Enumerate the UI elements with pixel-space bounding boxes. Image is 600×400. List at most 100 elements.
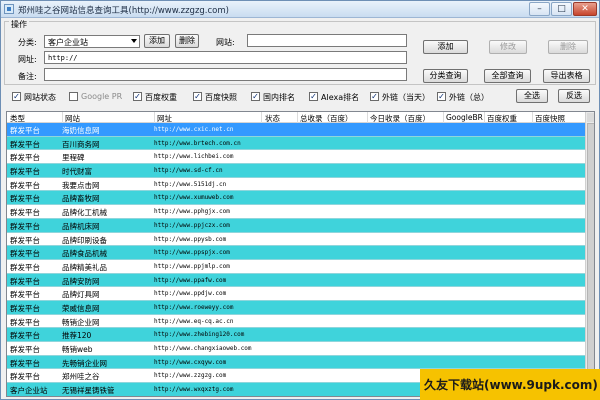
checkbox-icon: ✓	[133, 92, 142, 101]
cell-site: 荣威信息网	[62, 303, 100, 313]
note-input[interactable]	[44, 68, 407, 81]
cell-url: http://www.brtech.com.cn	[154, 139, 241, 147]
cell-type: 群发平台	[10, 345, 40, 354]
cell-site: 先畅销企业网	[62, 358, 107, 368]
table-row[interactable]: 群发平台 品牌化工机械 http://www.pphgjx.com	[7, 205, 585, 219]
window-title: 郑州哇之谷网站信息查询工具(http://www.zzgzg.com)	[18, 6, 229, 16]
checkbox-icon: ✓	[12, 92, 21, 101]
watermark-text: 久友下载站(www.9upk.com)	[424, 378, 598, 392]
table-row[interactable]: 群发平台 海奶信息网 http://www.cxic.net.cn	[7, 123, 585, 137]
cell-type: 群发平台	[10, 180, 40, 190]
table-row[interactable]: 群发平台 品牌印刷设备 http://www.ppysb.com	[7, 232, 585, 247]
table-row[interactable]: 群发平台 时代财富 http://www.sd-cf.cn	[7, 164, 585, 178]
table-row[interactable]: 群发平台 品牌灯具网 http://www.ppdjw.com	[7, 287, 585, 301]
cell-url: http://www.ppjczx.com	[154, 221, 230, 229]
cell-site: 畅销企业网	[62, 317, 100, 327]
cell-type: 群发平台	[10, 235, 40, 245]
scrollbar-thumb[interactable]	[587, 123, 594, 373]
cell-type: 客户企业站	[10, 386, 48, 396]
cell-site: 无锡祥星铸铁管	[62, 386, 115, 396]
cell-type: 群发平台	[10, 167, 40, 177]
cell-site: 畅销web	[62, 345, 93, 354]
table-row[interactable]: 群发平台 我要点击网 http://www.5151dj.cn	[7, 177, 585, 192]
cell-type: 群发平台	[10, 262, 40, 272]
category-delete-button[interactable]: 删除	[175, 34, 199, 48]
site-label: 网站:	[216, 38, 235, 47]
cell-url: http://www.lichbei.com	[154, 153, 234, 161]
table-row[interactable]: 群发平台 品牌精美礼品 http://www.ppjmlp.com	[7, 259, 585, 274]
cell-url: http://www.eq-cq.ac.cn	[154, 317, 234, 325]
table-header: 类型 网站 网址 状态 总收录（百度） 今日收录（百度） GoogleBR 百度…	[7, 112, 585, 123]
query-all-button[interactable]: 全部查询	[484, 69, 531, 83]
cell-type: 群发平台	[10, 221, 40, 231]
cell-url: http://www.pphgjx.com	[154, 208, 230, 216]
table-row[interactable]: 群发平台 品牌食品机械 http://www.ppspjx.com	[7, 246, 585, 260]
cell-site: 百川商务网	[62, 139, 100, 149]
category-query-button[interactable]: 分类查询	[423, 69, 468, 83]
category-label: 分类:	[18, 38, 37, 47]
invert-selection-button[interactable]: 反选	[558, 89, 590, 103]
cell-url: http://www.xumuweb.com	[154, 194, 234, 202]
check-label: Google PR	[81, 92, 123, 101]
table-row[interactable]: 群发平台 推荐120 http://www.zhebing120.com	[7, 328, 585, 342]
select-all-button[interactable]: 全选	[516, 89, 548, 103]
cell-url: http://www.ppspjx.com	[154, 249, 230, 257]
table-row[interactable]: 群发平台 品牌机床网 http://www.ppjczx.com	[7, 218, 585, 233]
cell-url: http://www.ppdjw.com	[154, 290, 227, 298]
cell-site: 时代财富	[62, 167, 92, 177]
cell-url: http://www.sd-cf.cn	[154, 167, 223, 175]
column-header[interactable]: GoogleBR	[446, 113, 483, 122]
maximize-button[interactable]: □	[551, 2, 572, 16]
checkbox-icon: ✓	[251, 92, 260, 101]
cell-type: 群发平台	[10, 139, 40, 149]
cell-type: 群发平台	[10, 194, 40, 204]
cell-url: http://www.wxqxztg.com	[154, 386, 234, 394]
cell-url: http://www.cxic.net.cn	[154, 126, 234, 133]
site-input[interactable]	[247, 34, 407, 47]
table-row[interactable]: 群发平台 品牌畜牧网 http://www.xumuweb.com	[7, 191, 585, 206]
cell-site: 推荐120	[62, 331, 92, 341]
category-add-button[interactable]: 添加	[144, 34, 170, 48]
cell-url: http://www.zzgzg.com	[154, 372, 227, 380]
cell-url: http://www.roeweyy.com	[154, 303, 234, 311]
table-row[interactable]: 群发平台 荣威信息网 http://www.roeweyy.com	[7, 300, 585, 315]
check-label: 网站状态	[24, 93, 56, 102]
scroll-up-icon[interactable]	[587, 113, 594, 122]
cell-type: 群发平台	[10, 372, 40, 382]
cell-type: 群发平台	[10, 317, 40, 327]
modify-button[interactable]: 修改	[489, 40, 527, 54]
add-button[interactable]: 添加	[423, 40, 468, 54]
cell-site: 里程碑	[62, 153, 85, 163]
table-row[interactable]: 群发平台 先畅销企业网 http://www.cxqyw.com	[7, 355, 585, 370]
url-input[interactable]: http://	[44, 51, 407, 64]
table-row[interactable]: 群发平台 百川商务网 http://www.brtech.com.cn	[7, 136, 585, 151]
cell-url: http://www.ppysb.com	[154, 235, 227, 243]
checkbox-icon: ✓	[370, 92, 379, 101]
cell-site: 品牌精美礼品	[62, 262, 107, 272]
delete-button[interactable]: 删除	[548, 40, 588, 54]
url-input-value: http://	[48, 54, 78, 62]
close-button[interactable]: ✕	[573, 2, 597, 16]
check-label: 百度快照	[205, 93, 237, 102]
minimize-button[interactable]: –	[529, 2, 550, 16]
table-row[interactable]: 群发平台 畅销web http://www.changxiaoweb.com	[7, 342, 585, 356]
cell-site: 品牌印刷设备	[62, 235, 107, 245]
table-row[interactable]: 群发平台 畅销企业网 http://www.eq-cq.ac.cn	[7, 314, 585, 329]
check-label: 外链（总）	[449, 93, 489, 102]
cell-type: 群发平台	[10, 276, 40, 286]
vertical-scrollbar[interactable]	[585, 112, 594, 396]
cell-url: http://www.ppjmlp.com	[154, 262, 230, 270]
watermark-banner: 久友下载站(www.9upk.com)	[420, 369, 600, 400]
table-row[interactable]: 群发平台 品牌安防网 http://www.ppafw.com	[7, 273, 585, 288]
cell-site: 品牌食品机械	[62, 249, 107, 259]
cell-site: 品牌机床网	[62, 221, 100, 231]
check-label: 国内排名	[263, 93, 295, 102]
export-table-button[interactable]: 导出表格	[543, 69, 590, 83]
cell-site: 郑州哇之谷	[62, 372, 100, 382]
check-label: 百度权重	[145, 93, 177, 102]
cell-type: 群发平台	[10, 126, 40, 135]
check-label: Alexa排名	[321, 93, 360, 102]
category-select[interactable]: 客户企业站	[44, 35, 140, 48]
cell-url: http://www.zhebing120.com	[154, 331, 245, 339]
table-row[interactable]: 群发平台 里程碑 http://www.lichbei.com	[7, 150, 585, 165]
